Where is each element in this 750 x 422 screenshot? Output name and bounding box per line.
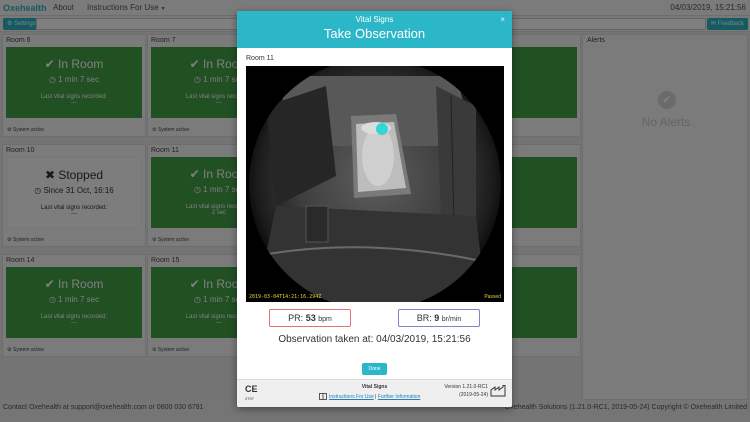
modal-header: Vital Signs Take Observation × <box>237 11 512 48</box>
br-label: BR: <box>416 313 432 323</box>
take-observation-modal: Vital Signs Take Observation × Room 11 2… <box>237 11 512 407</box>
pr-value: 53 <box>305 313 316 323</box>
factory-icon <box>490 385 506 397</box>
observation-time: Observation taken at: 04/03/2019, 15:21:… <box>278 334 471 345</box>
footer-version: Version 1.21.0-RC1 <box>444 384 488 390</box>
camera-feed: 2019-03-04T14:21:16.294Z Passed <box>246 66 504 302</box>
close-icon[interactable]: × <box>500 15 505 24</box>
book-icon <box>319 393 327 400</box>
footer-version-date: (2019-05-24) <box>459 392 488 398</box>
ce-number: 2797 <box>245 396 254 401</box>
ifu-link[interactable]: Instructions For Use <box>329 394 374 400</box>
modal-title: Take Observation <box>323 26 426 41</box>
pulse-rate-box: PR: 53 bpm <box>269 309 351 327</box>
further-info-link[interactable]: Further Information <box>378 394 421 400</box>
br-value: 9 <box>434 313 440 323</box>
modal-subtitle: Vital Signs <box>355 15 394 24</box>
breathing-rate-box: BR: 9 br/min <box>398 309 480 327</box>
link-separator: | <box>375 394 377 400</box>
footer-links: Instructions For Use | Further Informati… <box>329 394 420 400</box>
br-unit: br/min <box>441 316 462 323</box>
done-button[interactable]: Done <box>362 363 387 375</box>
camera-timestamp: 2019-03-04T14:21:16.294Z <box>249 294 322 300</box>
pr-label: PR: <box>288 313 304 323</box>
camera-status: Passed <box>484 294 501 300</box>
pr-unit: bpm <box>318 316 332 323</box>
modal-room-label: Room 11 <box>246 55 274 62</box>
camera-image <box>246 66 504 302</box>
modal-footer: CE 2797 Vital Signs Instructions For Use… <box>237 379 512 407</box>
